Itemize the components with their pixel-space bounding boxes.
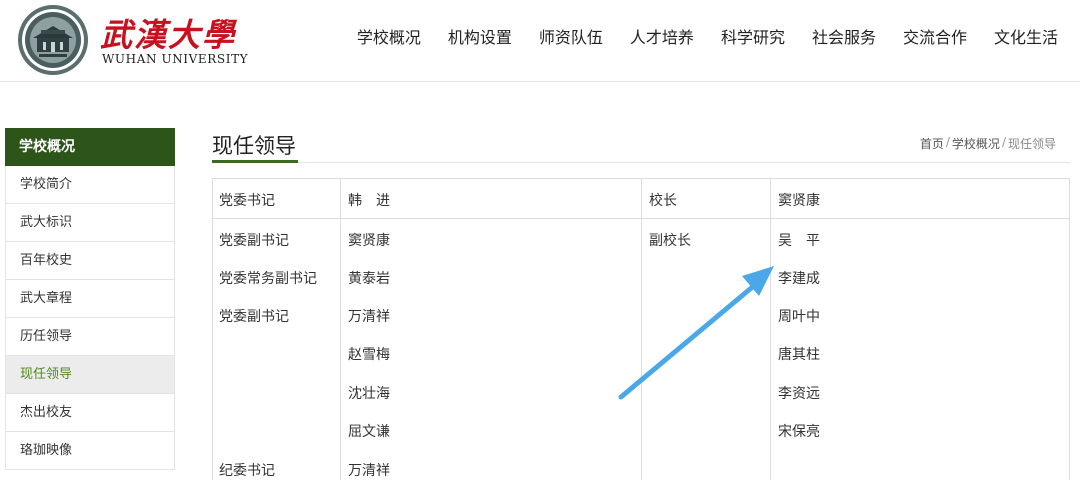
vice-president-name: 宋保亮 xyxy=(778,424,820,440)
breadcrumb-home[interactable]: 首页 xyxy=(920,135,944,152)
title-underline xyxy=(212,160,298,163)
deputy-secretary-name: 沈壮海 xyxy=(348,386,390,402)
deputy-secretary-name: 万清祥 xyxy=(348,309,390,325)
president-label: 校长 xyxy=(649,193,677,209)
vice-president-name: 李建成 xyxy=(778,271,820,287)
leaders-table: 党委书记 韩 进 校长 窦贤康 党委副书记 窦贤康 党委常务副书记 黄泰岩 党委… xyxy=(212,178,1070,480)
logo-chinese-name[interactable]: 武漢大學 xyxy=(100,10,236,56)
nav-item-overview[interactable]: 学校概况 xyxy=(357,24,421,48)
deputy-secretary-label: 党委副书记 xyxy=(219,233,289,249)
vice-president-name: 唐其柱 xyxy=(778,347,820,363)
table-column-divider xyxy=(770,179,771,480)
breadcrumb-separator: / xyxy=(945,135,950,149)
table-row-divider xyxy=(213,218,1069,219)
sidebar-item-gallery[interactable]: 珞珈映像 xyxy=(5,432,175,470)
vice-president-label: 副校长 xyxy=(649,233,691,249)
discipline-secretary-label: 纪委书记 xyxy=(219,463,275,479)
table-column-divider xyxy=(340,179,341,480)
main-nav: 学校概况 机构设置 师资队伍 人才培养 科学研究 社会服务 交流合作 文化生活 xyxy=(330,24,1058,48)
title-divider xyxy=(212,162,1070,163)
nav-item-exchange[interactable]: 交流合作 xyxy=(903,24,967,48)
secretary-name: 韩 进 xyxy=(348,193,390,209)
deputy-secretary-name: 屈文谦 xyxy=(348,424,390,440)
nav-item-faculty[interactable]: 师资队伍 xyxy=(539,24,603,48)
sidebar-title: 学校概况 xyxy=(5,128,175,166)
logo-english-name[interactable]: WUHAN UNIVERSITY xyxy=(102,52,248,66)
table-column-divider xyxy=(641,179,642,480)
breadcrumb-current: 现任领导 xyxy=(1007,137,1056,151)
vice-president-name: 周叶中 xyxy=(778,309,820,325)
nav-item-organization[interactable]: 机构设置 xyxy=(448,24,512,48)
breadcrumb-separator: / xyxy=(1001,135,1006,149)
sidebar-item-history[interactable]: 百年校史 xyxy=(5,242,175,280)
sidebar-item-charter[interactable]: 武大章程 xyxy=(5,280,175,318)
nav-item-research[interactable]: 科学研究 xyxy=(721,24,785,48)
sidebar-item-identity[interactable]: 武大标识 xyxy=(5,204,175,242)
standing-deputy-label: 党委常务副书记 xyxy=(219,271,317,287)
standing-deputy-name: 黄泰岩 xyxy=(348,271,390,287)
nav-item-education[interactable]: 人才培养 xyxy=(630,24,694,48)
secretary-label: 党委书记 xyxy=(219,193,275,209)
page-title: 现任领导 xyxy=(212,134,296,158)
nav-item-social-service[interactable]: 社会服务 xyxy=(812,24,876,48)
breadcrumb: 首页 / 学校概况 / 现任领导 xyxy=(920,135,1056,152)
sidebar-item-past-leaders[interactable]: 历任领导 xyxy=(5,318,175,356)
breadcrumb-overview[interactable]: 学校概况 xyxy=(952,135,1000,152)
sidebar-item-current-leaders[interactable]: 现任领导 xyxy=(5,356,175,394)
university-emblem-icon[interactable] xyxy=(17,4,89,76)
vice-president-name: 李资远 xyxy=(778,386,820,402)
discipline-secretary-name: 万清祥 xyxy=(348,463,390,479)
sidebar-item-introduction[interactable]: 学校简介 xyxy=(5,166,175,204)
vice-president-name: 吴 平 xyxy=(778,233,820,249)
nav-item-culture[interactable]: 文化生活 xyxy=(994,24,1058,48)
deputy-secretary-name: 赵雪梅 xyxy=(348,347,390,363)
president-name: 窦贤康 xyxy=(778,193,820,209)
site-header: 武漢大學 WUHAN UNIVERSITY 学校概况 机构设置 师资队伍 人才培… xyxy=(0,0,1080,82)
deputy-secretary-name: 窦贤康 xyxy=(348,233,390,249)
sidebar: 学校概况 学校简介 武大标识 百年校史 武大章程 历任领导 现任领导 杰出校友 … xyxy=(5,128,175,470)
sidebar-item-alumni[interactable]: 杰出校友 xyxy=(5,394,175,432)
deputy-secretary-label-2: 党委副书记 xyxy=(219,309,289,325)
